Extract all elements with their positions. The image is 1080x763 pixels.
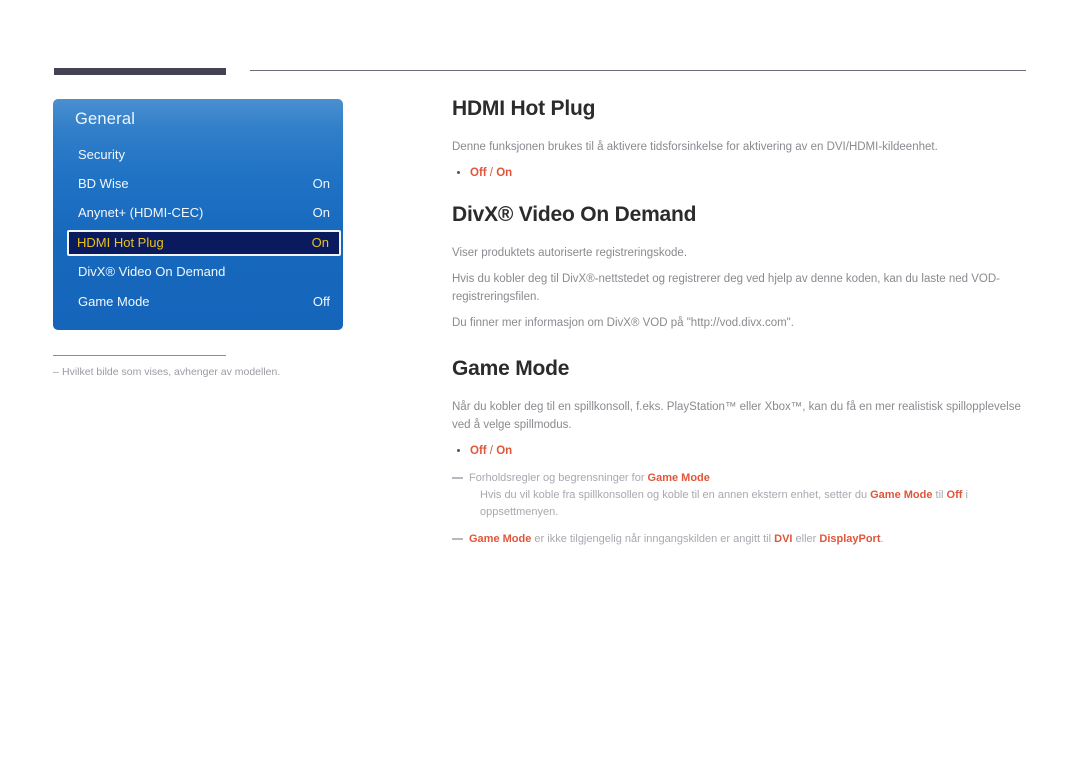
- note-text: Forholdsregler og begrensninger for: [469, 472, 648, 484]
- note-accent-off: Off: [946, 489, 963, 501]
- osd-row-label: HDMI Hot Plug: [77, 235, 164, 250]
- option-separator: /: [486, 445, 497, 457]
- osd-row-label: BD Wise: [78, 176, 129, 191]
- option-list-hdmi-hot-plug: Off / On: [452, 164, 1027, 182]
- note-game-mode-precautions-detail: Hvis du vil koble fra spillkonsollen og …: [452, 487, 1027, 521]
- note-game-mode-unavailable: Game Mode er ikke tilgjengelig når innga…: [452, 531, 1027, 548]
- section-title-hdmi-hot-plug: HDMI Hot Plug: [452, 97, 596, 120]
- osd-row-hdmi-hot-plug[interactable]: HDMI Hot Plug On: [67, 230, 341, 256]
- option-on: On: [496, 445, 513, 457]
- option-on: On: [496, 167, 513, 179]
- note-text: eller: [792, 533, 820, 545]
- osd-row-value: On: [312, 205, 330, 220]
- footnote-text: Hvilket bilde som vises, avhenger av mod…: [62, 366, 281, 378]
- section-title-game-mode: Game Mode: [452, 357, 570, 380]
- header-divider-rule: [250, 70, 1026, 71]
- section-body-divx-line2: Hvis du kobler deg til DivX®-nettstedet …: [452, 273, 1001, 303]
- note-accent-game-mode: Game Mode: [469, 533, 532, 545]
- note-dash-icon: [452, 477, 463, 479]
- osd-row-divx-video-on-demand[interactable]: DivX® Video On Demand: [68, 260, 342, 285]
- note-text: er ikke tilgjengelig når inngangskilden …: [531, 533, 775, 545]
- osd-row-bd-wise[interactable]: BD Wise On: [68, 172, 342, 197]
- osd-row-value: On: [311, 235, 329, 250]
- note-accent-displayport: DisplayPort: [819, 533, 881, 545]
- footnote-dash-icon: –: [53, 366, 59, 378]
- note-text: Hvis du vil koble fra spillkonsollen og …: [480, 489, 871, 501]
- osd-row-game-mode[interactable]: Game Mode Off: [68, 290, 342, 315]
- section-body-divx-line3: Du finner mer informasjon om DivX® VOD p…: [452, 317, 794, 329]
- bullet-dot-icon: [457, 171, 460, 174]
- osd-row-value: On: [312, 176, 330, 191]
- osd-menu-panel: General Security BD Wise On Anynet+ (HDM…: [53, 99, 343, 330]
- osd-row-anynet-hdmi-cec[interactable]: Anynet+ (HDMI-CEC) On: [68, 201, 342, 226]
- osd-row-label: Game Mode: [78, 294, 150, 309]
- note-accent-game-mode: Game Mode: [870, 489, 933, 501]
- note-game-mode-precautions: Forholdsregler og begrensninger for Game…: [452, 470, 1027, 487]
- section-body-game-mode: Når du kobler deg til en spillkonsoll, f…: [452, 401, 1021, 431]
- section-title-divx: DivX® Video On Demand: [452, 203, 697, 226]
- note-text: .: [880, 533, 884, 545]
- osd-panel-title: General: [75, 110, 136, 128]
- section-body-hdmi-hot-plug: Denne funksjonen brukes til å aktivere t…: [452, 141, 938, 153]
- option-list-game-mode: Off / On: [452, 442, 1027, 460]
- osd-row-value: Off: [312, 294, 330, 309]
- note-accent-game-mode: Game Mode: [647, 472, 710, 484]
- bullet-dot-icon: [457, 449, 460, 452]
- osd-row-label: Security: [78, 147, 125, 162]
- footnote-rule: [53, 355, 226, 356]
- osd-row-label: Anynet+ (HDMI-CEC): [78, 205, 204, 220]
- note-text: til: [932, 489, 947, 501]
- option-separator: /: [486, 167, 497, 179]
- note-accent-dvi: DVI: [774, 533, 793, 545]
- option-off: Off: [470, 445, 487, 457]
- footnote: – Hvilket bilde som vises, avhenger av mo…: [53, 365, 383, 379]
- content-column: HDMI Hot Plug Denne funksjonen brukes ti…: [452, 96, 1027, 548]
- option-off: Off: [470, 167, 487, 179]
- section-body-divx-line1: Viser produktets autoriserte registrerin…: [452, 247, 688, 259]
- osd-row-label: DivX® Video On Demand: [78, 264, 226, 279]
- osd-row-security[interactable]: Security: [68, 143, 342, 168]
- header-accent-bar: [54, 68, 226, 75]
- note-dash-icon: [452, 538, 463, 540]
